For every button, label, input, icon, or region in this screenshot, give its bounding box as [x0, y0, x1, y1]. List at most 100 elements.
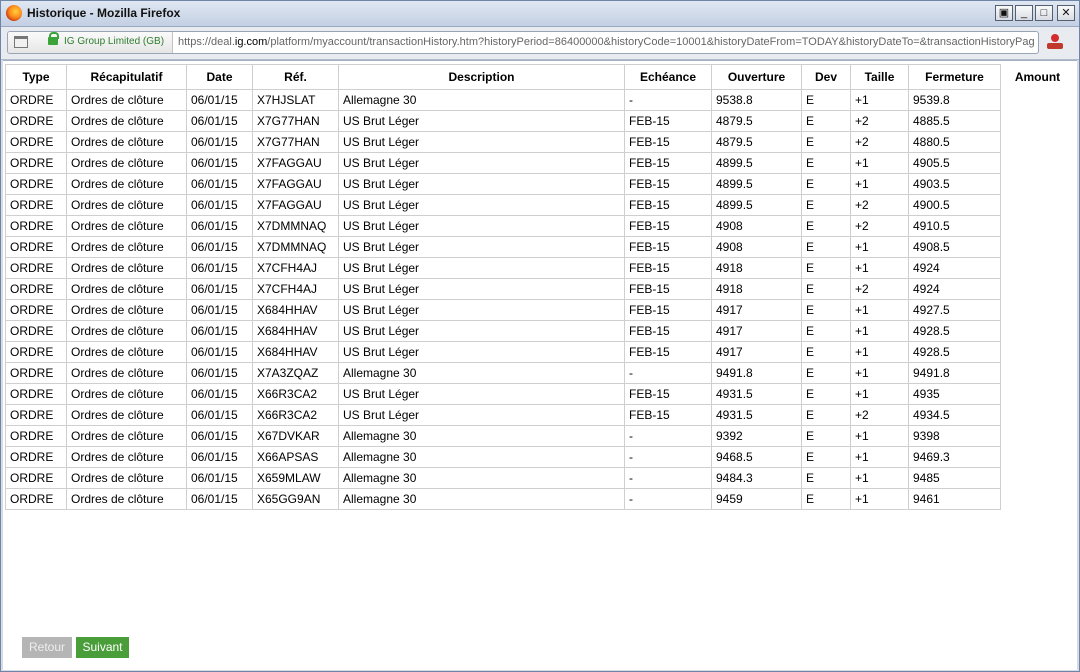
cell-type: ORDRE — [5, 152, 67, 174]
header-type[interactable]: Type — [5, 64, 67, 90]
table-row[interactable]: ORDRE Ordres de clôture 06/01/15 X7A3ZQAZ Al… — [5, 362, 1075, 384]
header-echeance[interactable]: Echéance — [624, 64, 712, 90]
header-taille[interactable]: Taille — [850, 64, 909, 90]
cell-recapitulatif: Ordres de clôture — [66, 131, 187, 153]
cell-taille: +2 — [850, 404, 909, 426]
cell-echeance: FEB-15 — [624, 194, 712, 216]
table-row[interactable]: ORDRE Ordres de clôture 06/01/15 X7DMMNAQ US… — [5, 215, 1075, 237]
cell-type: ORDRE — [5, 89, 67, 111]
table-row[interactable]: ORDRE Ordres de clôture 06/01/15 X66R3CA2 US… — [5, 383, 1075, 405]
cell-type: ORDRE — [5, 446, 67, 468]
addon-icon[interactable] — [1047, 34, 1065, 50]
cell-type: ORDRE — [5, 110, 67, 132]
cell-type: ORDRE — [5, 320, 67, 342]
close-button[interactable]: ✕ — [1057, 5, 1075, 21]
table-row[interactable]: ORDRE Ordres de clôture 06/01/15 X684HHAV US… — [5, 320, 1075, 342]
table-row[interactable]: ORDRE Ordres de clôture 06/01/15 X659MLAW Al… — [5, 467, 1075, 489]
cell-ref: X66APSAS — [252, 446, 339, 468]
cell-description: Allemagne 30 — [338, 446, 625, 468]
prev-page-button[interactable]: Retour — [22, 637, 72, 658]
table-row[interactable]: ORDRE Ordres de clôture 06/01/15 X7CFH4AJ US… — [5, 278, 1075, 300]
cell-date: 06/01/15 — [186, 299, 253, 321]
table-row[interactable]: ORDRE Ordres de clôture 06/01/15 X7FAGGAU US… — [5, 194, 1075, 216]
cell-description: US Brut Léger — [338, 131, 625, 153]
cell-ouverture: 4908 — [711, 236, 802, 258]
minimize-button[interactable]: _ — [1015, 5, 1033, 21]
cell-date: 06/01/15 — [186, 383, 253, 405]
cell-dev: E — [801, 467, 851, 489]
cell-taille: +1 — [850, 467, 909, 489]
cell-echeance: FEB-15 — [624, 278, 712, 300]
table-row[interactable]: ORDRE Ordres de clôture 06/01/15 X7FAGGAU US… — [5, 152, 1075, 174]
cell-echeance: FEB-15 — [624, 236, 712, 258]
cell-ouverture: 4879.5 — [711, 110, 802, 132]
header-ouverture[interactable]: Ouverture — [711, 64, 802, 90]
restore-alt-button[interactable]: ▣ — [995, 5, 1013, 21]
table-row[interactable]: ORDRE Ordres de clôture 06/01/15 X66APSAS Al… — [5, 446, 1075, 468]
cell-recapitulatif: Ordres de clôture — [66, 488, 187, 510]
cell-type: ORDRE — [5, 131, 67, 153]
cell-ouverture: 9468.5 — [711, 446, 802, 468]
cell-ouverture: 4899.5 — [711, 173, 802, 195]
cell-ouverture: 4899.5 — [711, 194, 802, 216]
cell-date: 06/01/15 — [186, 215, 253, 237]
window-title: Historique - Mozilla Firefox — [27, 6, 181, 20]
cell-type: ORDRE — [5, 341, 67, 363]
cell-recapitulatif: Ordres de clôture — [66, 278, 187, 300]
site-identity-box[interactable]: IG Group Limited (GB) — [8, 32, 173, 53]
cell-fermeture: 9398 — [908, 425, 1001, 447]
cell-recapitulatif: Ordres de clôture — [66, 446, 187, 468]
header-description[interactable]: Description — [338, 64, 625, 90]
cell-description: US Brut Léger — [338, 257, 625, 279]
table-row[interactable]: ORDRE Ordres de clôture 06/01/15 X7DMMNAQ US… — [5, 236, 1075, 258]
window-controls: ▣ _ □ ✕ — [995, 5, 1075, 21]
cell-date: 06/01/15 — [186, 467, 253, 489]
cell-dev: E — [801, 110, 851, 132]
cell-fermeture: 4900.5 — [908, 194, 1001, 216]
address-bar[interactable]: IG Group Limited (GB) https://deal.ig.co… — [7, 31, 1039, 54]
table-row[interactable]: ORDRE Ordres de clôture 06/01/15 X7FAGGAU US… — [5, 173, 1075, 195]
cell-echeance: - — [624, 467, 712, 489]
cell-description: US Brut Léger — [338, 383, 625, 405]
table-row[interactable]: ORDRE Ordres de clôture 06/01/15 X65GG9AN Al… — [5, 488, 1075, 510]
url-domain: ig.com — [234, 36, 268, 48]
header-date[interactable]: Date — [186, 64, 253, 90]
table-row[interactable]: ORDRE Ordres de clôture 06/01/15 X7HJSLAT Al… — [5, 89, 1075, 111]
next-page-button[interactable]: Suivant — [76, 637, 129, 658]
cell-recapitulatif: Ordres de clôture — [66, 467, 187, 489]
cell-fermeture: 9461 — [908, 488, 1001, 510]
table-row[interactable]: ORDRE Ordres de clôture 06/01/15 X7G77HAN US… — [5, 110, 1075, 132]
cell-taille: +1 — [850, 383, 909, 405]
cell-recapitulatif: Ordres de clôture — [66, 173, 187, 195]
cell-fermeture: 4935 — [908, 383, 1001, 405]
cell-type: ORDRE — [5, 215, 67, 237]
cell-dev: E — [801, 299, 851, 321]
table-row[interactable]: ORDRE Ordres de clôture 06/01/15 X7G77HAN US… — [5, 131, 1075, 153]
title-bar: Historique - Mozilla Firefox ▣ _ □ ✕ — [1, 1, 1079, 27]
url-text[interactable]: https://deal.ig.com/platform/myaccount/t… — [178, 36, 1035, 48]
cell-ref: X7G77HAN — [252, 131, 339, 153]
table-row[interactable]: ORDRE Ordres de clôture 06/01/15 X684HHAV US… — [5, 299, 1075, 321]
cell-echeance: FEB-15 — [624, 341, 712, 363]
cell-fermeture: 4924 — [908, 278, 1001, 300]
table-row[interactable]: ORDRE Ordres de clôture 06/01/15 X67DVKAR Al… — [5, 425, 1075, 447]
cell-type: ORDRE — [5, 467, 67, 489]
header-recapitulatif[interactable]: Récapitulatif — [66, 64, 187, 90]
cell-taille: +2 — [850, 110, 909, 132]
cell-fermeture: 9491.8 — [908, 362, 1001, 384]
cell-taille: +1 — [850, 257, 909, 279]
header-fermeture[interactable]: Fermeture — [908, 64, 1001, 90]
header-amount[interactable]: Amount — [1000, 64, 1075, 90]
cell-ouverture: 4908 — [711, 215, 802, 237]
header-ref[interactable]: Réf. — [252, 64, 339, 90]
cell-dev: E — [801, 320, 851, 342]
table-row[interactable]: ORDRE Ordres de clôture 06/01/15 X66R3CA2 US… — [5, 404, 1075, 426]
cell-description: Allemagne 30 — [338, 467, 625, 489]
header-dev[interactable]: Dev — [801, 64, 851, 90]
cell-recapitulatif: Ordres de clôture — [66, 194, 187, 216]
cell-ouverture: 4931.5 — [711, 383, 802, 405]
table-row[interactable]: ORDRE Ordres de clôture 06/01/15 X684HHAV US… — [5, 341, 1075, 363]
cell-type: ORDRE — [5, 404, 67, 426]
table-row[interactable]: ORDRE Ordres de clôture 06/01/15 X7CFH4AJ US… — [5, 257, 1075, 279]
maximize-button[interactable]: □ — [1035, 5, 1053, 21]
